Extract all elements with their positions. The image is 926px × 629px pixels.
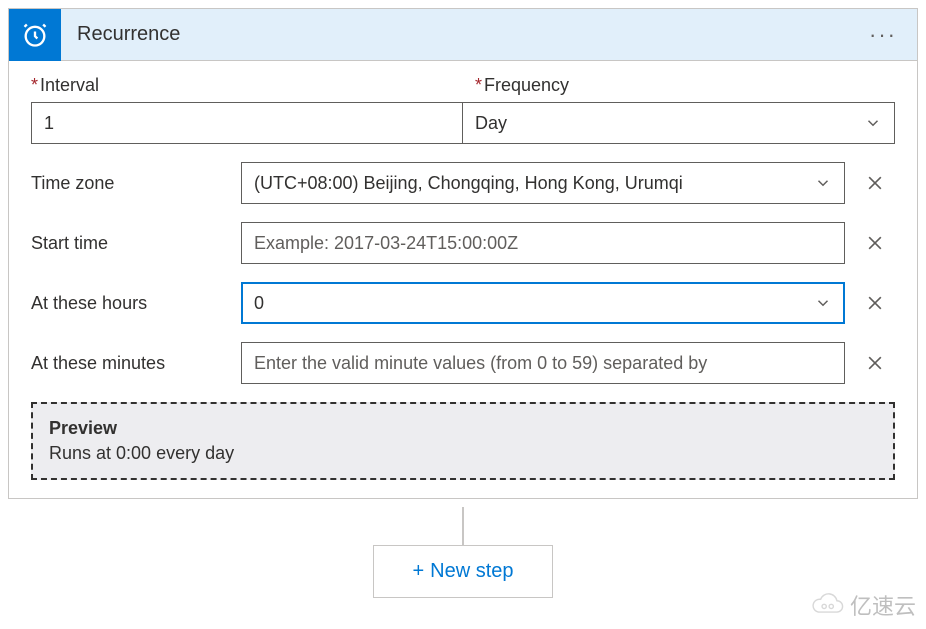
chevron-down-icon	[814, 294, 832, 312]
required-star: *	[31, 75, 38, 95]
card-title: Recurrence	[61, 23, 849, 46]
card-header: Recurrence ···	[9, 9, 917, 61]
minutes-input[interactable]	[241, 342, 845, 384]
interval-input[interactable]	[31, 102, 463, 144]
minutes-row: At these minutes	[31, 342, 895, 384]
frequency-label: *Frequency	[463, 75, 895, 96]
timezone-row: Time zone (UTC+08:00) Beijing, Chongqing…	[31, 162, 895, 204]
remove-hours-button[interactable]	[855, 293, 895, 313]
remove-starttime-button[interactable]	[855, 233, 895, 253]
timezone-value: (UTC+08:00) Beijing, Chongqing, Hong Kon…	[254, 173, 814, 194]
close-icon	[865, 293, 885, 313]
chevron-down-icon	[814, 174, 832, 192]
close-icon	[865, 173, 885, 193]
connector-line	[462, 507, 464, 545]
new-step-label: New step	[430, 560, 513, 583]
starttime-input[interactable]	[241, 222, 845, 264]
recurrence-card: Recurrence ··· *Interval *Frequency Day	[8, 8, 918, 499]
hours-value: 0	[254, 293, 814, 314]
timezone-select[interactable]: (UTC+08:00) Beijing, Chongqing, Hong Kon…	[241, 162, 845, 204]
frequency-value: Day	[475, 113, 864, 134]
required-star: *	[475, 75, 482, 95]
remove-minutes-button[interactable]	[855, 353, 895, 373]
interval-label: *Interval	[31, 75, 463, 96]
preview-panel: Preview Runs at 0:00 every day	[31, 402, 895, 480]
starttime-label: Start time	[31, 233, 241, 254]
hours-label: At these hours	[31, 293, 241, 314]
close-icon	[865, 353, 885, 373]
frequency-select[interactable]: Day	[463, 102, 895, 144]
recurrence-icon	[9, 9, 61, 61]
remove-timezone-button[interactable]	[855, 173, 895, 193]
new-step-button[interactable]: + New step	[373, 545, 552, 598]
more-menu-button[interactable]: ···	[849, 22, 917, 48]
chevron-down-icon	[864, 114, 882, 132]
plus-icon: +	[412, 560, 424, 583]
timezone-label: Time zone	[31, 173, 241, 194]
preview-title: Preview	[49, 418, 877, 439]
minutes-label: At these minutes	[31, 353, 241, 374]
preview-text: Runs at 0:00 every day	[49, 443, 877, 464]
hours-row: At these hours 0	[31, 282, 895, 324]
top-row: *Interval *Frequency Day	[31, 75, 895, 144]
card-body: *Interval *Frequency Day Time zone (UTC+…	[9, 61, 917, 498]
new-step-wrap: + New step	[0, 545, 926, 598]
close-icon	[865, 233, 885, 253]
starttime-row: Start time	[31, 222, 895, 264]
hours-select[interactable]: 0	[241, 282, 845, 324]
